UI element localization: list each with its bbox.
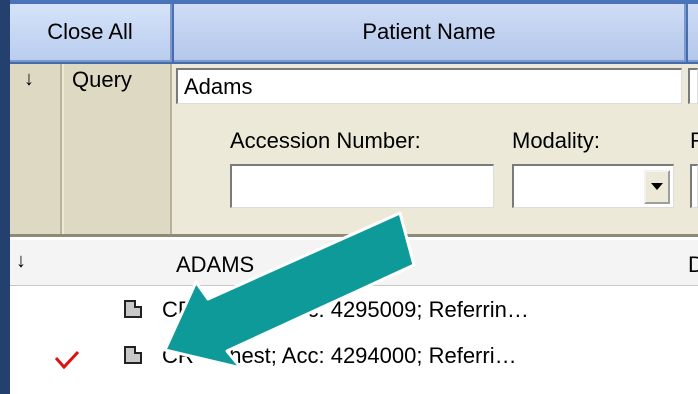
annotation-arrow-icon bbox=[163, 211, 416, 370]
